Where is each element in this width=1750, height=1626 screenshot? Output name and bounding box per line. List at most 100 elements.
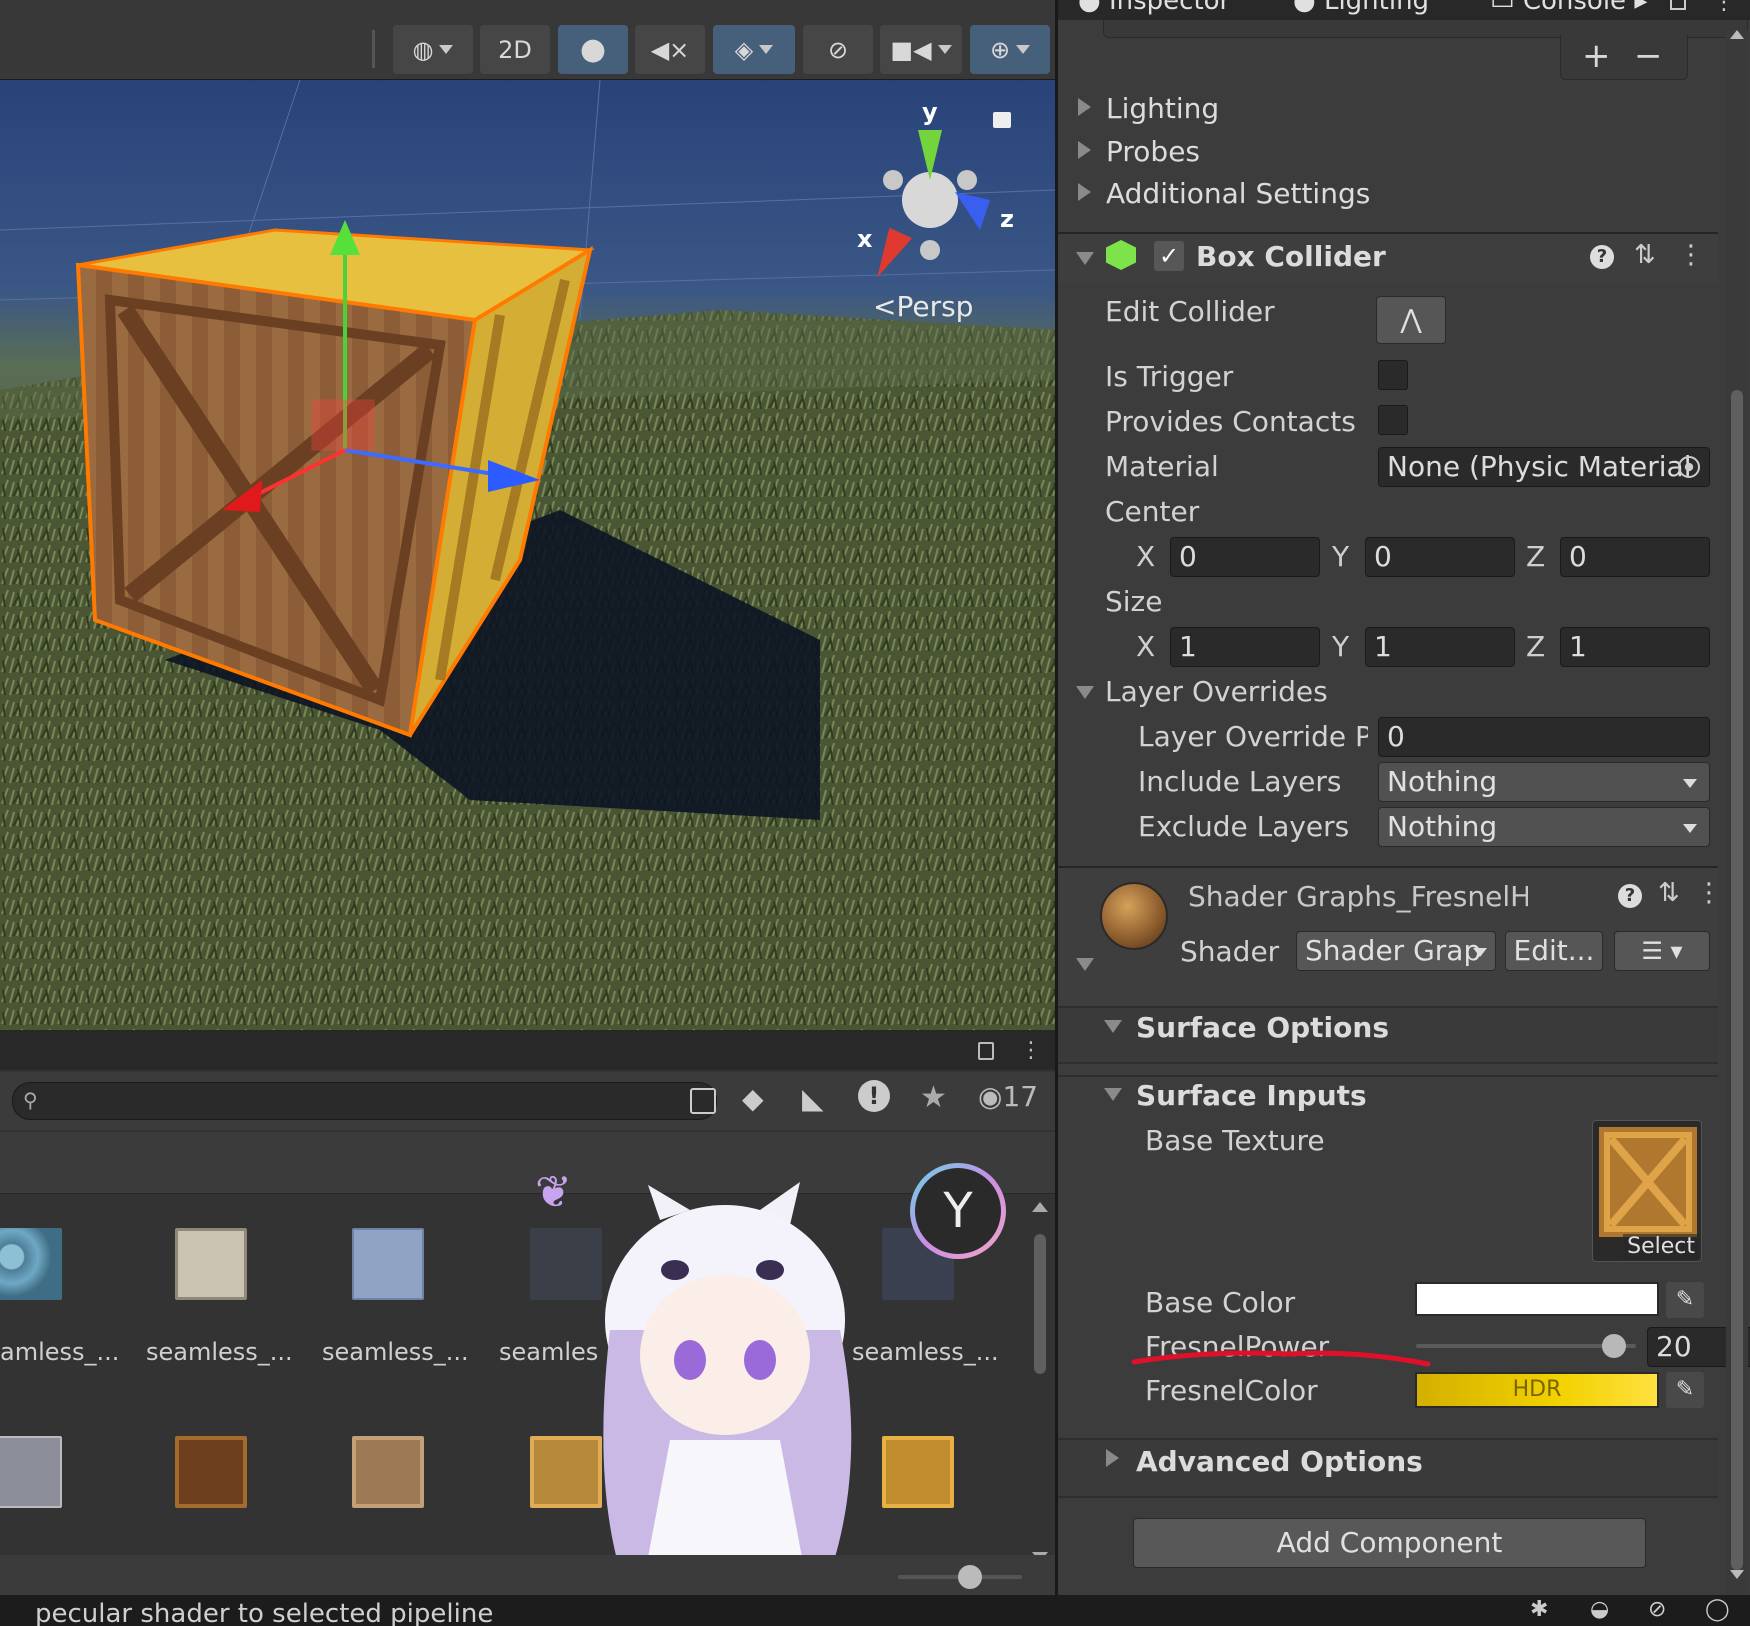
scroll-thumb[interactable] (1034, 1234, 1046, 1374)
eyedropper-icon[interactable]: ✎ (1666, 1282, 1704, 1318)
foldout-arrow-icon[interactable] (1078, 141, 1091, 159)
2d-toggle-button[interactable]: 2D (480, 25, 550, 74)
eyedropper-icon[interactable]: ✎ (1666, 1372, 1704, 1408)
render-mode-button[interactable]: ◍ (393, 25, 473, 74)
size-y-field[interactable]: 1 (1365, 627, 1515, 667)
kebab-menu-icon[interactable]: ⋮ (1020, 1038, 1042, 1063)
asset-thumbnail[interactable] (175, 1228, 247, 1300)
scene-viewport[interactable]: y x z <Persp (0, 80, 1055, 1030)
lighting-status-icon[interactable]: ◒ (1590, 1597, 1609, 1622)
foldout-arrow-icon[interactable] (1078, 183, 1091, 201)
center-z-label[interactable]: Z (1526, 540, 1545, 573)
warning-filter-icon[interactable]: ! (858, 1080, 890, 1112)
camera-settings-button[interactable]: ■◀ (880, 25, 962, 74)
add-component-button[interactable]: Add Component (1133, 1518, 1646, 1568)
additional-settings-section[interactable]: Additional Settings (1106, 177, 1370, 210)
size-y-label[interactable]: Y (1332, 630, 1349, 663)
cache-server-icon[interactable]: ⊘ (1648, 1597, 1666, 1622)
filter-by-label-icon[interactable]: ◣ (802, 1082, 824, 1115)
probes-section[interactable]: Probes (1106, 135, 1200, 168)
center-z-field[interactable]: 0 (1560, 537, 1710, 577)
asset-thumbnail[interactable] (882, 1436, 954, 1508)
preset-icon[interactable]: ⇅ (1658, 878, 1680, 908)
lighting-section[interactable]: Lighting (1106, 92, 1219, 125)
foldout-arrow-icon[interactable] (1078, 98, 1091, 116)
edit-shader-button[interactable]: Edit... (1505, 931, 1603, 971)
remove-element-button[interactable]: − (1634, 36, 1663, 76)
search-by-type-icon[interactable] (690, 1088, 716, 1114)
panel-divider[interactable] (1055, 0, 1058, 1595)
surface-options-foldout[interactable]: Surface Options (1136, 1011, 1389, 1044)
tab-inspector[interactable]: ● Inspector (1078, 0, 1230, 20)
foldout-arrow-icon[interactable] (1106, 1449, 1119, 1467)
lock-icon[interactable] (993, 112, 1011, 128)
filter-by-type-icon[interactable]: ◆ (742, 1082, 764, 1115)
center-x-label[interactable]: X (1136, 540, 1155, 573)
help-icon[interactable]: ? (1590, 245, 1614, 269)
progress-icon[interactable]: ◯ (1705, 1597, 1730, 1622)
size-z-field[interactable]: 1 (1560, 627, 1710, 667)
kebab-menu-icon[interactable]: ⋮ (1713, 0, 1735, 15)
plugin-logo-badge[interactable]: Y (910, 1163, 1006, 1259)
material-options-button[interactable]: ☰ ▾ (1614, 931, 1710, 971)
scroll-down-arrow[interactable] (1730, 1570, 1744, 1579)
size-x-field[interactable]: 1 (1170, 627, 1320, 667)
include-layers-dropdown[interactable]: Nothing (1378, 762, 1710, 802)
scroll-thumb[interactable] (1731, 390, 1743, 1570)
asset-thumbnail[interactable] (175, 1436, 247, 1508)
foldout-arrow-icon[interactable] (1104, 1020, 1122, 1033)
asset-thumbnail[interactable] (0, 1436, 62, 1508)
exclude-layers-dropdown[interactable]: Nothing (1378, 807, 1710, 847)
project-search-input[interactable]: ⚲ (12, 1082, 717, 1120)
provides-contacts-checkbox[interactable] (1378, 405, 1408, 435)
surface-inputs-foldout[interactable]: Surface Inputs (1136, 1079, 1367, 1112)
scene-view[interactable]: ◍ 2D ● ◀× ◈ ⊘ ■◀ ⊕ y x z <Persp (0, 0, 1055, 1030)
is-trigger-checkbox[interactable] (1378, 360, 1408, 390)
thumbnail-size-slider[interactable] (898, 1565, 1022, 1589)
foldout-arrow-icon[interactable] (1076, 252, 1094, 265)
fresnel-color-swatch[interactable]: HDR (1415, 1372, 1659, 1408)
layer-overrides-foldout[interactable]: Layer Overrides (1105, 675, 1328, 708)
box-collider-enabled-checkbox[interactable]: ✓ (1154, 241, 1184, 271)
asset-thumbnail[interactable] (352, 1436, 424, 1508)
tab-console[interactable]: ▭ Console ▸ (1490, 0, 1647, 20)
layer-override-priority-field[interactable]: 0 (1378, 717, 1710, 757)
project-scrollbar[interactable] (1032, 1202, 1048, 1562)
visibility-count[interactable]: ◉17 (978, 1080, 1038, 1113)
size-x-label[interactable]: X (1136, 630, 1155, 663)
debug-icon[interactable]: ✱ (1530, 1597, 1548, 1622)
foldout-arrow-icon[interactable] (1076, 958, 1094, 971)
visibility-toggle-button[interactable]: ⊘ (803, 25, 873, 74)
center-y-field[interactable]: 0 (1365, 537, 1515, 577)
status-message[interactable]: pecular shader to selected pipeline (35, 1599, 493, 1626)
fresnel-power-slider-knob[interactable] (1602, 1334, 1626, 1358)
object-picker-icon[interactable] (1678, 456, 1700, 478)
audio-toggle-button[interactable]: ◀× (635, 25, 705, 74)
asset-thumbnail[interactable] (352, 1228, 424, 1300)
kebab-menu-icon[interactable]: ⋮ (1696, 878, 1722, 908)
center-x-field[interactable]: 0 (1170, 537, 1320, 577)
help-icon[interactable]: ? (1618, 884, 1642, 908)
shader-dropdown[interactable]: Shader Grap (1296, 931, 1496, 971)
lighting-toggle-button[interactable]: ● (558, 25, 628, 74)
base-texture-slot[interactable]: Select (1592, 1120, 1702, 1262)
asset-thumbnail[interactable] (0, 1228, 62, 1300)
add-element-button[interactable]: + (1582, 36, 1611, 76)
base-color-swatch[interactable] (1415, 1282, 1659, 1316)
advanced-options-foldout[interactable]: Advanced Options (1136, 1445, 1423, 1478)
edit-collider-button[interactable]: ⋀ (1376, 296, 1446, 344)
gizmos-button[interactable]: ⊕ (970, 25, 1050, 74)
effects-toggle-button[interactable]: ◈ (713, 25, 795, 74)
physic-material-field[interactable]: None (Physic Material (1378, 447, 1710, 487)
tab-lighting[interactable]: ● Lighting (1293, 0, 1429, 20)
kebab-menu-icon[interactable]: ⋮ (1678, 240, 1704, 270)
lock-icon[interactable] (978, 1042, 994, 1060)
fresnel-power-slider[interactable] (1416, 1334, 1636, 1358)
inspector-scrollbar[interactable] (1726, 30, 1748, 1595)
preset-icon[interactable]: ⇅ (1634, 240, 1656, 270)
center-y-label[interactable]: Y (1332, 540, 1349, 573)
favorite-star-icon[interactable]: ★ (920, 1080, 947, 1115)
maximize-icon[interactable] (1670, 0, 1686, 10)
size-z-label[interactable]: Z (1526, 630, 1545, 663)
texture-select-button[interactable]: Select (1623, 1234, 1699, 1259)
